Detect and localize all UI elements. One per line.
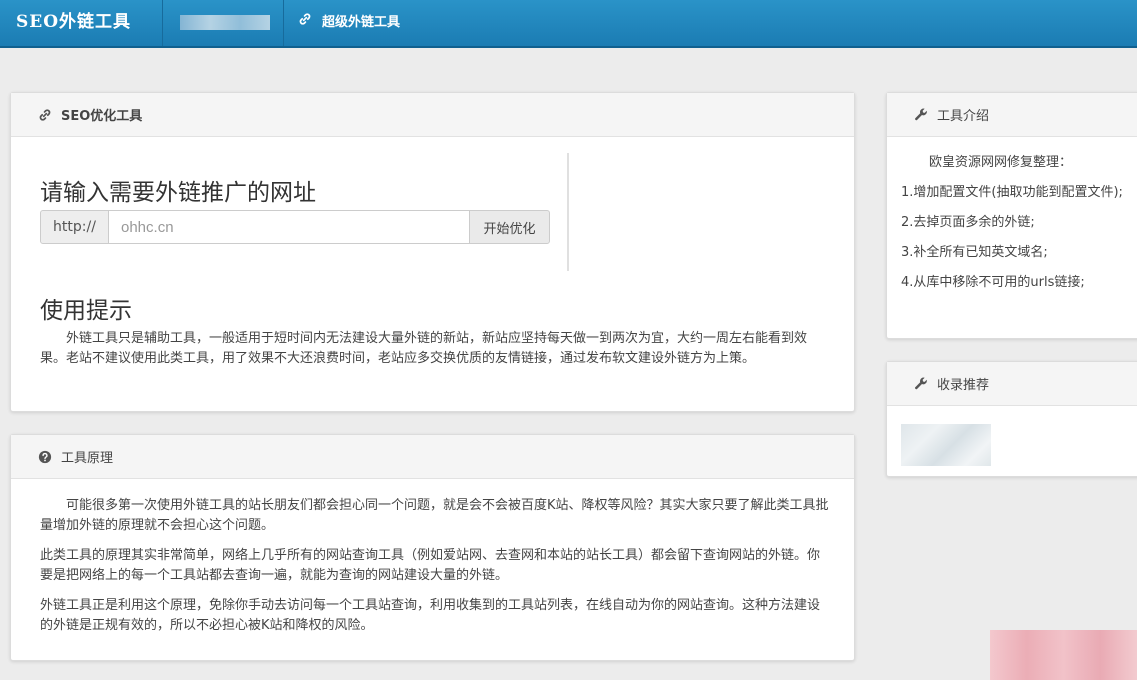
wrench-icon (914, 108, 928, 122)
tool-intro-panel: 工具介绍 欧皇资源网网修复整理： 1.增加配置文件(抽取功能到配置文件); 2.… (886, 92, 1137, 339)
tips-heading: 使用提示 (40, 298, 132, 324)
record-recommend-panel: 收录推荐 (886, 361, 1137, 477)
seo-tool-panel: SEO优化工具 请输入需要外链推广的网址 http:// 开始优化 使用提示 外… (10, 92, 855, 412)
wrench-icon (914, 377, 928, 391)
intro-lead: 欧皇资源网网修复整理： (929, 155, 1073, 170)
nav-item-obscured[interactable] (163, 0, 284, 46)
blurred-badge[interactable] (901, 424, 991, 466)
principle-paragraph: 外链工具正是利用这个原理，免除你手动去访问每一个工具站查询，利用收集到的工具站列… (40, 598, 821, 633)
top-navbar: SEO外链工具 超级外链工具 (0, 0, 1137, 48)
panel-heading: 工具介绍 (887, 93, 1137, 137)
intro-body: 欧皇资源网网修复整理： 1.增加配置文件(抽取功能到配置文件); 2.去掉页面多… (901, 153, 1126, 303)
panel-heading: 收录推荐 (887, 362, 1137, 406)
vertical-divider (567, 153, 569, 271)
intro-item: 1.增加配置文件(抽取功能到配置文件); (901, 185, 1123, 200)
url-input-group: http:// 开始优化 (40, 210, 550, 244)
link-icon (298, 1, 312, 45)
start-optimize-button[interactable]: 开始优化 (469, 210, 550, 244)
panel-title: 工具原理 (61, 451, 114, 466)
form-title: 请输入需要外链推广的网址 (40, 180, 316, 206)
panel-title: 工具介绍 (937, 109, 990, 124)
panel-title: 收录推荐 (937, 378, 990, 393)
nav-link-super-tool[interactable]: 超级外链工具 (298, 0, 400, 46)
panel-title: SEO优化工具 (61, 109, 143, 124)
intro-item: 2.去掉页面多余的外链; (901, 215, 1035, 230)
tool-principle-panel: 工具原理 可能很多第一次使用外链工具的站长朋友们都会担心同一个问题，就是会不会被… (10, 434, 855, 661)
panel-heading: SEO优化工具 (11, 93, 854, 137)
protocol-addon: http:// (40, 210, 109, 244)
blurred-watermark (990, 630, 1137, 680)
principle-paragraph: 此类工具的原理其实非常简单，网络上几乎所有的网站查询工具（例如爱站网、去查网和本… (40, 548, 821, 583)
url-input[interactable] (109, 210, 469, 244)
panel-heading: 工具原理 (11, 435, 854, 479)
principle-paragraph: 可能很多第一次使用外链工具的站长朋友们都会担心同一个问题，就是会不会被百度K站、… (40, 498, 829, 533)
question-circle-icon (38, 450, 52, 464)
principle-body: 可能很多第一次使用外链工具的站长朋友们都会担心同一个问题，就是会不会被百度K站、… (40, 496, 830, 646)
blurred-placeholder (180, 15, 270, 30)
intro-item: 4.从库中移除不可用的urls链接; (901, 275, 1085, 290)
nav-link-label: 超级外链工具 (322, 15, 401, 30)
link-icon (38, 108, 52, 122)
intro-item: 3.补全所有已知英文域名; (901, 245, 1048, 260)
tips-text: 外链工具只是辅助工具，一般适用于短时间内无法建设大量外链的新站，新站应坚持每天做… (40, 331, 808, 366)
brand-logo[interactable]: SEO外链工具 (0, 0, 163, 46)
